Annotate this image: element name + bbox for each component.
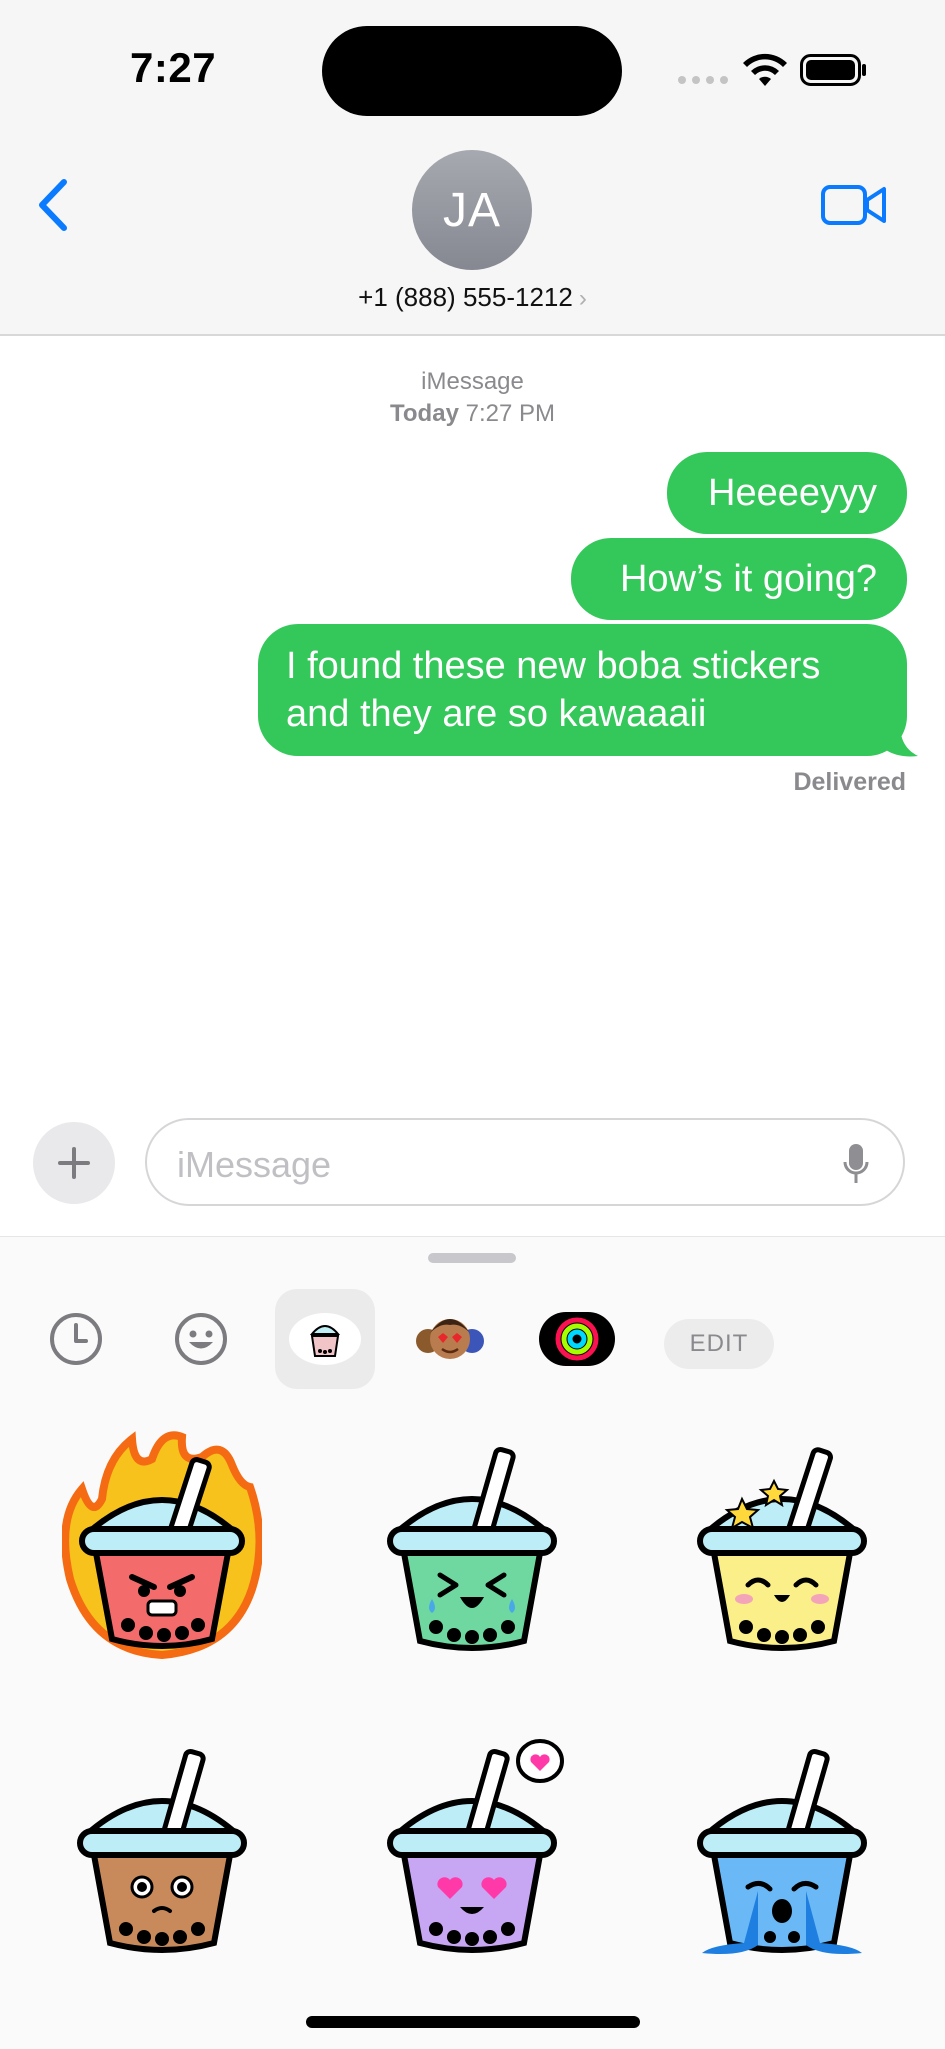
conversation-header: 7:27 JA +1 (888) 555-1212 › bbox=[0, 0, 945, 336]
sticker-drawer: EDIT bbox=[0, 1236, 945, 2049]
conversation-meta: iMessage Today 7:27 PM bbox=[0, 366, 945, 430]
timestamp: Today 7:27 PM bbox=[0, 398, 945, 430]
message-input-placeholder: iMessage bbox=[177, 1144, 332, 1185]
dynamic-island bbox=[322, 26, 622, 116]
activity-rings-icon[interactable] bbox=[527, 1289, 627, 1389]
drawer-grabber[interactable] bbox=[428, 1253, 516, 1263]
app-tabs: EDIT bbox=[0, 1289, 945, 1389]
status-time: 7:27 bbox=[130, 44, 217, 91]
contact-number[interactable]: +1 (888) 555-1212 bbox=[358, 282, 573, 312]
message-bubble-outgoing[interactable]: I found these new boba stickers and they… bbox=[258, 624, 907, 756]
memoji-icon[interactable] bbox=[400, 1289, 500, 1389]
microphone-icon[interactable] bbox=[843, 1142, 869, 1186]
boba-sticker-pack-icon[interactable] bbox=[275, 1289, 375, 1389]
contact-avatar[interactable]: JA bbox=[412, 150, 532, 270]
facetime-video-icon[interactable] bbox=[820, 182, 888, 228]
sticker-angry-fire-boba[interactable] bbox=[62, 1429, 262, 1669]
recents-icon[interactable] bbox=[26, 1289, 126, 1389]
delivery-status: Delivered bbox=[793, 768, 906, 796]
contact-name[interactable]: +1 (888) 555-1212 › bbox=[0, 282, 945, 313]
time-label: 7:27 PM bbox=[465, 400, 555, 427]
battery-icon bbox=[800, 54, 866, 86]
sticker-laughing-crying-green-boba[interactable] bbox=[372, 1429, 572, 1669]
edit-button[interactable]: EDIT bbox=[664, 1319, 774, 1369]
service-label: iMessage bbox=[421, 368, 524, 395]
sticker-heart-eyes-purple-boba[interactable] bbox=[372, 1731, 572, 1971]
sticker-worried-brown-boba[interactable] bbox=[62, 1731, 262, 1971]
home-indicator[interactable] bbox=[306, 2016, 640, 2028]
sticker-starry-happy-yellow-boba[interactable] bbox=[682, 1429, 882, 1669]
message-bubble-outgoing[interactable]: Heeeeyyy bbox=[667, 452, 907, 534]
apps-plus-button[interactable] bbox=[33, 1122, 115, 1204]
chevron-right-icon: › bbox=[578, 285, 587, 312]
plus-icon bbox=[58, 1147, 90, 1179]
cellular-signal-icon bbox=[678, 76, 728, 84]
bubble-tail bbox=[880, 724, 918, 757]
back-chevron-icon[interactable] bbox=[34, 178, 74, 232]
wifi-icon bbox=[743, 53, 787, 86]
emoji-icon[interactable] bbox=[151, 1289, 251, 1389]
message-bubble-outgoing[interactable]: How’s it going? bbox=[571, 538, 907, 620]
sticker-sobbing-blue-boba[interactable] bbox=[682, 1731, 882, 1971]
message-input[interactable]: iMessage bbox=[145, 1118, 905, 1206]
date-label: Today bbox=[390, 400, 459, 427]
